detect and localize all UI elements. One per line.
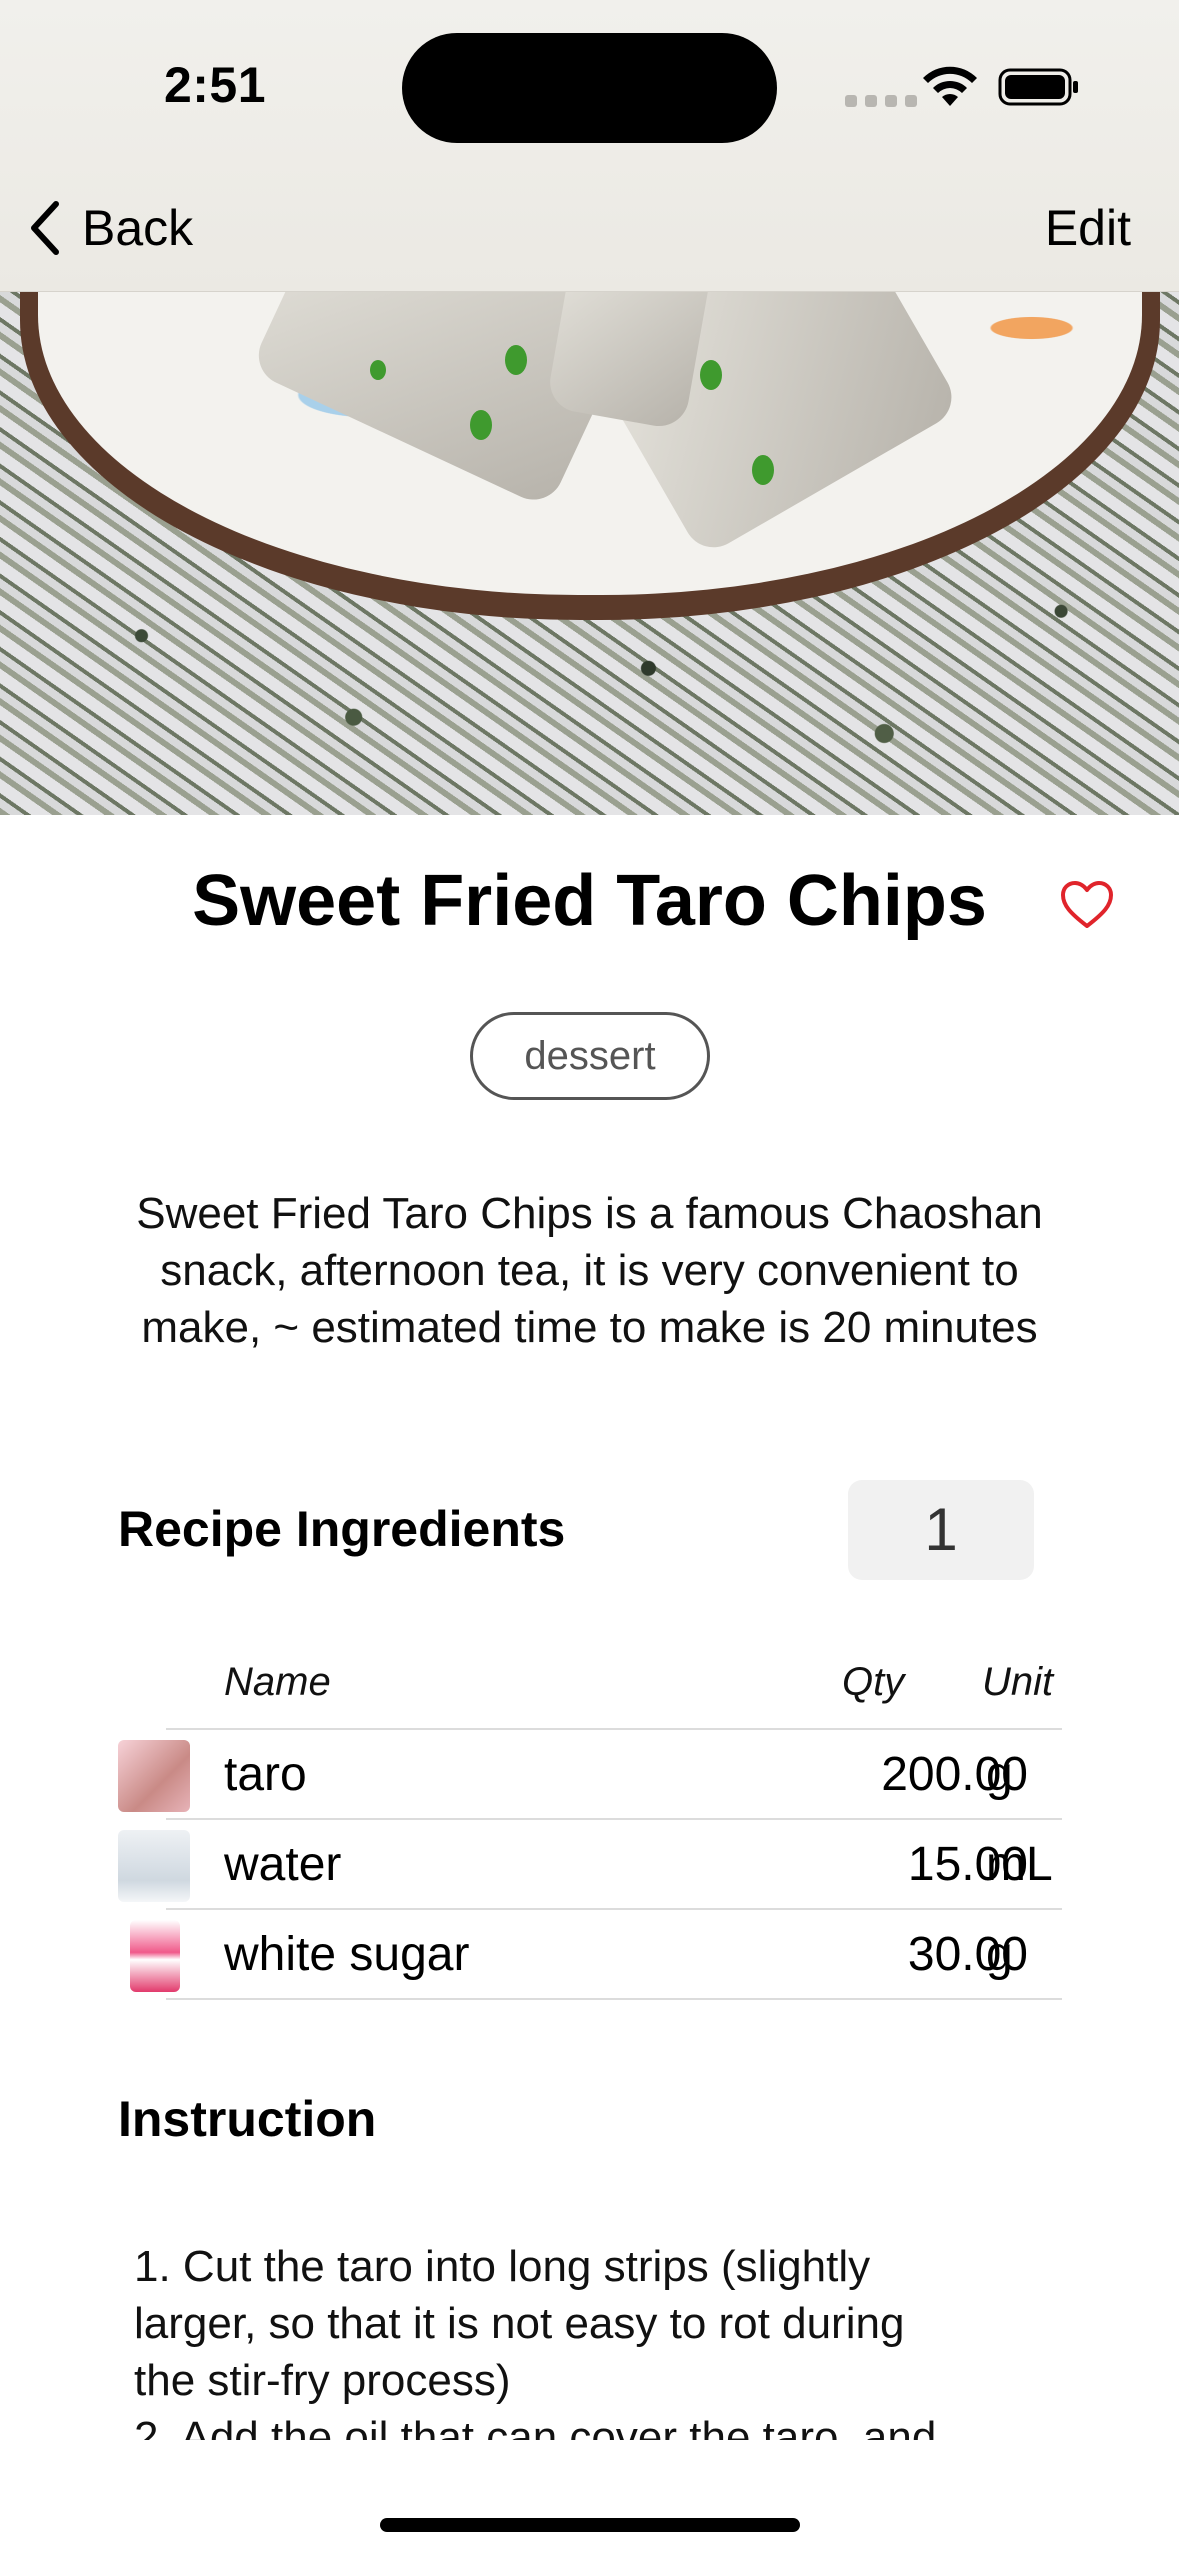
scallion-fleck xyxy=(505,345,527,375)
row-divider xyxy=(166,1998,1062,2000)
dynamic-island xyxy=(402,33,777,143)
ingredients-heading: Recipe Ingredients xyxy=(118,1501,566,1557)
ingredient-row[interactable]: water 15.00 mL xyxy=(118,1820,1062,1910)
ingredient-qty: 15.00 xyxy=(907,1838,1028,1891)
ingredient-unit: g xyxy=(986,1748,1013,1801)
column-header-name: Name xyxy=(224,1660,331,1704)
servings-stepper[interactable]: 1 xyxy=(848,1480,1034,1580)
battery-icon xyxy=(998,68,1078,106)
category-tag[interactable]: dessert xyxy=(470,1012,710,1100)
back-label: Back xyxy=(82,200,194,256)
home-indicator[interactable] xyxy=(380,2518,800,2532)
ingredient-row[interactable]: white sugar 30.00 g xyxy=(118,1910,1062,2000)
favorite-heart-icon[interactable] xyxy=(1060,880,1114,930)
ingredient-unit: g xyxy=(986,1928,1013,1981)
cellular-signal-icon xyxy=(845,95,917,107)
water-thumbnail xyxy=(118,1830,190,1902)
chevron-left-icon xyxy=(31,201,59,255)
bottom-safe-area xyxy=(0,2440,1179,2556)
sugar-thumbnail xyxy=(130,1920,180,1992)
recipe-description: Sweet Fried Taro Chips is a famous Chaos… xyxy=(136,1189,1043,1352)
ingredient-qty: 30.00 xyxy=(907,1928,1028,1981)
instruction-line: the stir-fry process) xyxy=(134,2356,511,2405)
instruction-line: larger, so that it is not easy to rot du… xyxy=(134,2299,905,2348)
wifi-icon xyxy=(923,66,977,106)
recipe-title: Sweet Fried Taro Chips xyxy=(192,861,987,941)
scallion-fleck xyxy=(700,360,722,390)
edit-button[interactable]: Edit xyxy=(1045,196,1131,260)
scallion-fleck xyxy=(470,410,492,440)
column-header-qty: Qty xyxy=(842,1660,905,1704)
ingredient-unit: mL xyxy=(986,1838,1053,1891)
ingredient-name: taro xyxy=(224,1748,307,1801)
ingredient-row[interactable]: taro 200.00 g xyxy=(118,1730,1062,1820)
scallion-fleck xyxy=(752,455,774,485)
instruction-line: 1. Cut the taro into long strips (slight… xyxy=(134,2242,871,2291)
ingredient-qty: 200.00 xyxy=(881,1748,1028,1801)
back-button[interactable]: Back xyxy=(24,196,193,260)
ingredient-name: white sugar xyxy=(224,1928,470,1981)
column-header-unit: Unit xyxy=(982,1660,1054,1704)
status-time: 2:51 xyxy=(163,57,267,113)
ingredient-name: water xyxy=(224,1838,342,1891)
instruction-heading: Instruction xyxy=(118,2091,377,2147)
taro-thumbnail xyxy=(118,1740,190,1812)
instruction-text: 1. Cut the taro into long strips (slight… xyxy=(134,2238,1054,2466)
scallion-fleck xyxy=(370,360,386,380)
